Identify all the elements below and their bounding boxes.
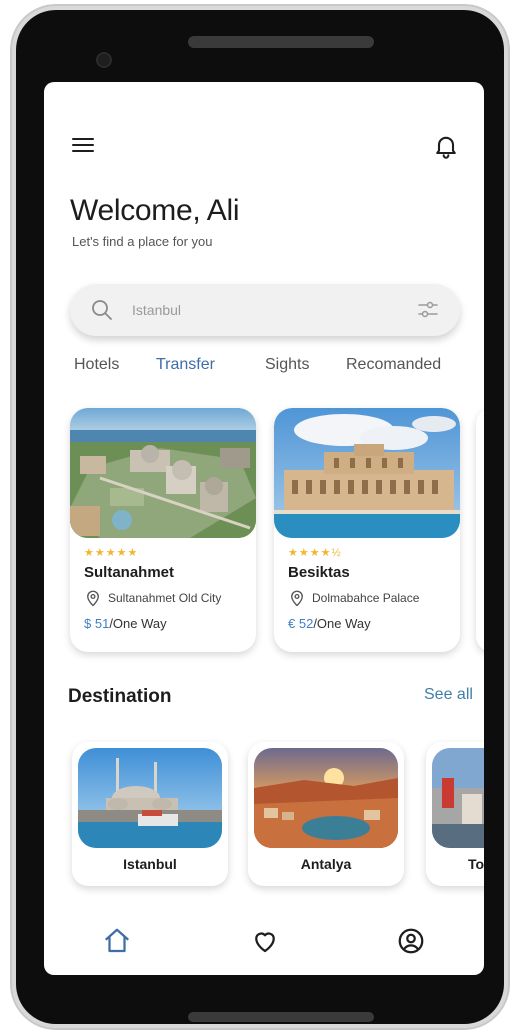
phone-bottom-bar — [188, 1012, 374, 1022]
rating-stars: ★★★★½ — [288, 547, 342, 559]
destination-label: Istanbul — [123, 856, 177, 872]
section-title-destination: Destination — [68, 686, 172, 707]
tab-hotels[interactable]: Hotels — [74, 356, 119, 374]
destination-label: To — [468, 856, 484, 872]
rating-stars: ★★★★★ — [84, 547, 139, 559]
phone-speaker — [188, 36, 374, 48]
card-price: € 52/One Way — [288, 616, 371, 631]
destination-card-istanbul[interactable]: Istanbul — [72, 742, 228, 886]
card-price-amount: $ 51 — [84, 616, 110, 631]
page-subtitle: Let's find a place for you — [72, 234, 213, 249]
search-icon — [92, 300, 112, 320]
destination-image-istanbul — [78, 748, 222, 848]
search-bar — [70, 284, 460, 336]
card-title: Besiktas — [288, 564, 350, 581]
phone-camera — [96, 52, 112, 68]
card-location-label: Sultanahmet Old City — [108, 591, 222, 605]
tab-transfer[interactable]: Transfer — [156, 356, 215, 374]
heart-icon[interactable] — [250, 926, 280, 956]
location-pin-icon — [87, 590, 99, 607]
transfer-card-sultanahmet[interactable]: ★★★★★ Sultanahmet Sultanahmet Old City $… — [70, 408, 256, 652]
home-icon[interactable] — [102, 926, 132, 956]
see-all-link[interactable]: See all — [424, 686, 473, 704]
transfer-card-besiktas[interactable]: ★★★★½ Besiktas Dolmabahce Palace € 52/On… — [274, 408, 460, 652]
page-title: Welcome, Ali — [70, 194, 240, 227]
menu-icon[interactable] — [72, 138, 94, 156]
card-price-suffix: /One Way — [109, 616, 167, 631]
destination-card-antalya[interactable]: Antalya — [248, 742, 404, 886]
destination-card-partial[interactable]: To — [426, 742, 484, 886]
location-pin-icon — [291, 590, 303, 607]
card-price-suffix: /One Way — [313, 616, 371, 631]
bottom-navigation — [44, 918, 484, 968]
destination-image-antalya — [254, 748, 398, 848]
card-price: $ 51/One Way — [84, 616, 167, 631]
category-tabs: Hotels Transfer Sights Recomanded — [74, 356, 474, 380]
tab-sights[interactable]: Sights — [265, 356, 309, 374]
tab-recomanded[interactable]: Recomanded — [346, 356, 441, 374]
destination-image-partial — [432, 748, 484, 848]
card-image-besiktas — [274, 408, 460, 538]
destination-label: Antalya — [300, 856, 352, 872]
profile-icon[interactable] — [396, 926, 426, 956]
card-image-sultanahmet — [70, 408, 256, 538]
bell-icon[interactable] — [432, 132, 460, 160]
card-location-label: Dolmabahce Palace — [312, 591, 420, 605]
search-input[interactable] — [132, 296, 392, 324]
transfer-card-peek[interactable] — [476, 408, 484, 652]
filter-icon[interactable] — [416, 298, 440, 322]
card-title: Sultanahmet — [84, 564, 175, 581]
card-price-amount: € 52 — [288, 616, 314, 631]
app-screen: Welcome, Ali Let's find a place for you … — [44, 82, 484, 975]
